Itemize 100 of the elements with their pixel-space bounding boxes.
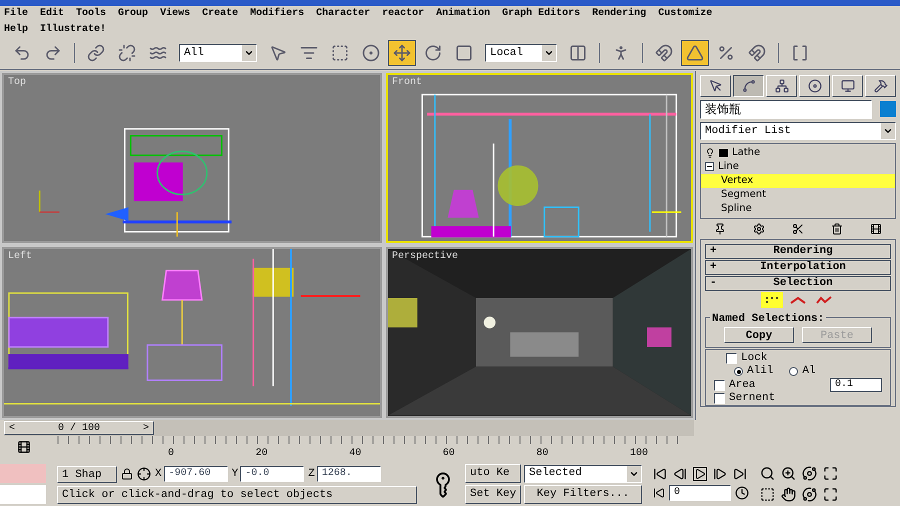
dropdown[interactable]: All (179, 44, 257, 62)
checkbox-label: Lock (741, 352, 768, 365)
dots-icon (764, 294, 780, 305)
go-to-start-icon[interactable] (653, 467, 667, 481)
previous-icon[interactable] (673, 467, 687, 481)
triangle-icon (686, 44, 704, 62)
stack-subitem[interactable]: Vertex (701, 174, 895, 188)
modifier-list-dropdown[interactable]: Modifier List (700, 122, 896, 140)
previous-frame-button[interactable]: < (5, 420, 20, 436)
key-mode-icon[interactable] (653, 487, 665, 499)
axis-icon (38, 190, 60, 213)
stack-subitem[interactable]: Segment (701, 188, 895, 202)
clock-icon[interactable] (735, 486, 749, 500)
stack-label: Lathe (732, 146, 760, 160)
dropdown[interactable]: Local (485, 44, 557, 62)
go-to-end-icon[interactable] (733, 467, 747, 481)
next-frame-button[interactable]: > (138, 420, 153, 436)
brackets-icon (791, 44, 809, 62)
time-slider-label: 0 / 100 (56, 422, 101, 436)
menu-item[interactable]: Graph Editors (502, 6, 580, 22)
menu-item[interactable]: Animation (436, 6, 490, 22)
auto-key-button[interactable]: uto Ke (465, 464, 521, 483)
rollout-header[interactable]: + Rendering (705, 244, 891, 259)
triangle-button[interactable] (681, 40, 709, 66)
radio-label: Al (802, 365, 816, 378)
frame-number: 80 (536, 447, 548, 461)
maximize-icon[interactable] (823, 487, 838, 502)
pointer-icon (708, 78, 722, 93)
dashed-square-icon (331, 44, 349, 62)
coordinate-field[interactable]: -0.0 (240, 466, 304, 482)
stack-subitem[interactable]: Spline (701, 202, 895, 216)
next-icon[interactable] (713, 467, 727, 481)
pin-icon[interactable] (714, 222, 726, 235)
color-swatch[interactable] (880, 101, 896, 118)
stack-item[interactable]: Lathe (701, 146, 895, 160)
viewport[interactable]: Perspective (386, 247, 693, 418)
undo-icon (13, 44, 31, 62)
copy-button[interactable]: Copy (724, 327, 794, 344)
scissors-icon[interactable] (792, 222, 804, 235)
menu-item[interactable]: Customize (658, 6, 712, 22)
gear-icon[interactable] (752, 222, 765, 235)
axis-label: Z (308, 466, 315, 482)
magnet-icon (748, 44, 766, 62)
radio-button[interactable] (734, 367, 743, 376)
radio-button[interactable] (789, 367, 798, 376)
expand-toggle[interactable] (705, 162, 714, 172)
checkbox[interactable] (714, 380, 725, 391)
checkbox[interactable] (726, 353, 737, 364)
coordinate-field[interactable]: 1268. (316, 466, 381, 482)
listener-field[interactable] (0, 485, 46, 504)
menu-item[interactable]: Modifiers (250, 6, 304, 22)
lock-icon[interactable] (121, 468, 133, 480)
pan-icon[interactable] (781, 487, 796, 502)
menu-item[interactable]: Rendering (592, 6, 646, 22)
menu-item[interactable]: Create (202, 6, 238, 22)
move-button[interactable] (388, 40, 416, 66)
columns-icon (569, 44, 587, 62)
frame-number: 60 (442, 447, 455, 461)
menu-item[interactable]: Group (118, 6, 148, 22)
region-zoom-icon[interactable] (760, 487, 775, 502)
play-icon[interactable] (693, 467, 707, 481)
rollout-header[interactable]: - Selection (705, 276, 891, 291)
checkbox-label: Sernent (729, 392, 776, 406)
listener-field[interactable] (0, 464, 46, 483)
panel-tab[interactable] (733, 74, 764, 97)
film-icon[interactable] (17, 440, 31, 454)
object-name-field[interactable]: 装饰瓶 (700, 100, 872, 119)
set-key-button[interactable]: Set Key (465, 485, 521, 504)
spinner-field[interactable]: 0.1 (830, 378, 882, 392)
radio-label: Alil (747, 365, 774, 378)
key-mode-dropdown[interactable]: Selected (524, 464, 642, 482)
zoom-all-icon[interactable] (781, 466, 796, 481)
arc-rotate-icon[interactable] (802, 487, 817, 502)
viewport-label[interactable]: Perspective (392, 249, 458, 264)
zigzag-icon (816, 294, 832, 305)
menu-item[interactable]: Edit (40, 6, 64, 22)
selection-level-button[interactable] (761, 292, 783, 308)
menu-item[interactable]: File (4, 6, 28, 22)
extents-icon[interactable] (823, 466, 838, 481)
slider-thumb[interactable]: < 0 / 100 > (4, 421, 154, 435)
crosshair-icon[interactable] (137, 467, 151, 481)
trash-icon[interactable] (831, 222, 844, 235)
box-icon (719, 148, 728, 157)
zoom-icon[interactable] (760, 466, 775, 481)
key-filters-button[interactable]: Key Filters... (524, 484, 642, 504)
menu-item[interactable]: Character (316, 6, 370, 22)
menu-item[interactable]: reactor (382, 6, 424, 22)
menu-item[interactable]: Help (4, 22, 28, 38)
stack-item[interactable]: Line (701, 160, 895, 174)
menu-item[interactable]: Views (160, 6, 190, 22)
checkbox[interactable] (714, 393, 725, 404)
menu-item[interactable]: Illustrate! (40, 22, 106, 38)
menu-item[interactable]: Tools (76, 6, 106, 22)
time-slider[interactable]: < 0 / 100 > (4, 420, 694, 436)
orbit-icon[interactable] (802, 466, 817, 481)
bulb-icon[interactable] (705, 148, 715, 158)
film-icon[interactable] (870, 222, 882, 235)
coordinate-field[interactable]: -907.60 (164, 466, 228, 482)
rollout-header[interactable]: + Interpolation (705, 260, 891, 275)
frame-field[interactable]: 0 (669, 485, 731, 501)
